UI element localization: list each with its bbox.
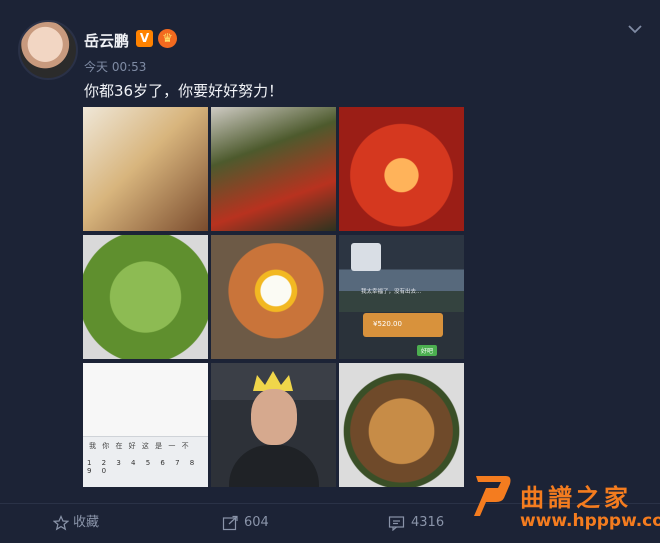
- chat-image-thumbnail: [351, 243, 381, 271]
- keyboard-screenshot-image[interactable]: 我 你 在 好 这 是 一 不 1 2 3 4 5 6 7 8 9 0: [83, 363, 208, 487]
- share-count: 604: [244, 515, 269, 530]
- edamame-image[interactable]: [83, 235, 208, 359]
- star-icon: [53, 515, 69, 531]
- chat-screenshot-image[interactable]: 我太幸福了，没有出去... ¥520.00 好吧: [339, 235, 464, 359]
- crown-icon: ♛: [158, 29, 177, 48]
- birthday-selfie-image[interactable]: [211, 363, 336, 487]
- watermark-logo-icon: [474, 476, 511, 516]
- person-face: [251, 389, 297, 445]
- fried-egg-rice-image[interactable]: [211, 235, 336, 359]
- verified-badge: V: [136, 30, 153, 47]
- comment-button[interactable]: 4316: [388, 514, 444, 532]
- crayfish-image[interactable]: [339, 107, 464, 231]
- watermark-url: www.hpppw.com: [520, 511, 660, 531]
- post-time: 今天 00:53: [84, 60, 147, 74]
- transfer-card: ¥520.00: [363, 313, 443, 337]
- favorite-label: 收藏: [73, 515, 100, 530]
- transfer-amount: ¥520.00: [373, 320, 402, 328]
- favorite-button[interactable]: 收藏: [53, 514, 99, 532]
- keyboard-candidates: 我 你 在 好 这 是 一 不: [89, 442, 191, 450]
- comment-icon: [388, 516, 405, 531]
- keyboard-area: 我 你 在 好 这 是 一 不 1 2 3 4 5 6 7 8 9 0: [83, 436, 208, 487]
- fried-noodles-image[interactable]: [339, 363, 464, 487]
- preserved-egg-chili-image[interactable]: [211, 107, 336, 231]
- chevron-down-icon[interactable]: [626, 20, 644, 38]
- share-button[interactable]: 604: [222, 514, 269, 532]
- birthday-crown-hat: [253, 371, 293, 391]
- author-avatar[interactable]: [18, 20, 78, 80]
- chat-message: 我太幸福了，没有出去...: [361, 289, 422, 295]
- post-text: 你都36岁了，你要好好努力！: [84, 82, 284, 100]
- person-body: [229, 445, 319, 487]
- keyboard-number-row: 1 2 3 4 5 6 7 8 9 0: [87, 459, 199, 475]
- noodle-dish-image[interactable]: [83, 107, 208, 231]
- author-name[interactable]: 岳云鹏: [84, 30, 129, 51]
- chat-reply-bubble: 好吧: [417, 345, 438, 356]
- share-icon: [222, 515, 238, 531]
- comment-count: 4316: [411, 515, 445, 530]
- image-grid: 我太幸福了，没有出去... ¥520.00 好吧 我 你 在 好 这 是 一 不…: [83, 107, 464, 489]
- watermark-title: 曲譜之家: [520, 484, 632, 512]
